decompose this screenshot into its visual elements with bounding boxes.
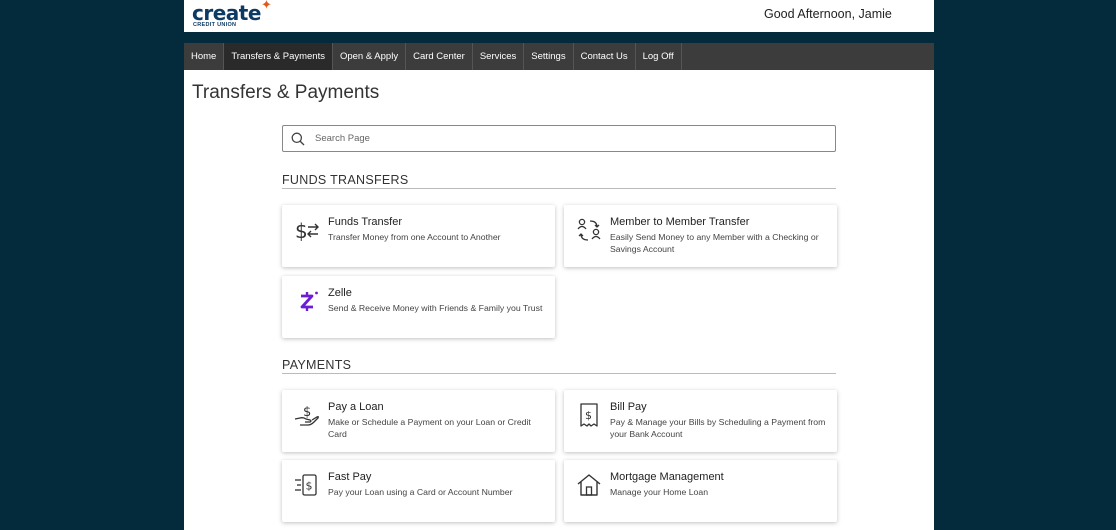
card-description: Make or Schedule a Payment on your Loan … [328,417,531,439]
card-member-to-member-transfer[interactable]: Member to Member Transfer Easily Send Mo… [564,205,837,267]
dollar-transfer-icon: $ [294,217,320,243]
card-mortgage-management[interactable]: Mortgage Management Manage your Home Loa… [564,460,837,522]
card-pay-a-loan[interactable]: $ Pay a Loan Make or Schedule a Payment … [282,390,555,452]
search-input[interactable] [315,133,815,144]
nav-settings[interactable]: Settings [524,43,574,70]
card-title: Bill Pay [610,401,647,413]
svg-text:$: $ [585,409,592,422]
section-heading-funds-transfers: FUNDS TRANSFERS [282,173,836,189]
member-transfer-icon [576,217,602,243]
nav-contact-us[interactable]: Contact Us [574,43,636,70]
card-zelle[interactable]: Zelle Send & Receive Money with Friends … [282,276,555,338]
nav-home[interactable]: Home [184,43,225,70]
header: create ✦ CREDIT UNION Good Afternoon, Ja… [184,0,934,32]
card-description: Pay & Manage your Bills by Scheduling a … [610,417,826,439]
zelle-icon [294,288,320,314]
card-title: Member to Member Transfer [610,216,750,228]
fast-pay-icon: $ [294,472,320,498]
card-fast-pay[interactable]: $ Fast Pay Pay your Loan using a Card or… [282,460,555,522]
page-container: create ✦ CREDIT UNION Good Afternoon, Ja… [184,0,934,530]
page-title: Transfers & Payments [192,82,380,103]
card-title: Zelle [328,287,352,299]
nav-log-off[interactable]: Log Off [636,43,682,70]
card-title: Mortgage Management [610,471,724,483]
logo-star-icon: ✦ [261,0,272,12]
svg-text:$: $ [295,219,308,243]
card-title: Funds Transfer [328,216,402,228]
svg-text:$: $ [306,480,313,493]
card-title: Fast Pay [328,471,372,483]
card-title: Pay a Loan [328,401,384,413]
bill-icon: $ [576,402,602,428]
nav-services[interactable]: Services [473,43,525,70]
main-nav: Home Transfers & Payments Open & Apply C… [184,43,934,70]
search-icon[interactable] [283,126,313,151]
nav-card-center[interactable]: Card Center [406,43,473,70]
card-bill-pay[interactable]: $ Bill Pay Pay & Manage your Bills by Sc… [564,390,837,452]
card-description: Manage your Home Loan [610,487,709,497]
header-gap [184,32,934,43]
section-heading-payments: PAYMENTS [282,358,836,374]
card-description: Transfer Money from one Account to Anoth… [328,232,501,242]
search-box [282,125,836,152]
nav-transfers-payments[interactable]: Transfers & Payments [224,43,333,70]
logo[interactable]: create ✦ CREDIT UNION [192,0,272,29]
card-funds-transfer[interactable]: $ Funds Transfer Transfer Money from one… [282,205,555,267]
card-description: Easily Send Money to any Member with a C… [610,232,819,254]
card-description: Send & Receive Money with Friends & Fami… [328,303,543,313]
card-description: Pay your Loan using a Card or Account Nu… [328,487,513,497]
greeting: Good Afternoon, Jamie [764,7,892,21]
house-icon [576,472,602,498]
nav-open-apply[interactable]: Open & Apply [333,43,407,70]
logo-subtitle: CREDIT UNION [193,22,237,28]
hand-dollar-icon: $ [294,402,320,428]
